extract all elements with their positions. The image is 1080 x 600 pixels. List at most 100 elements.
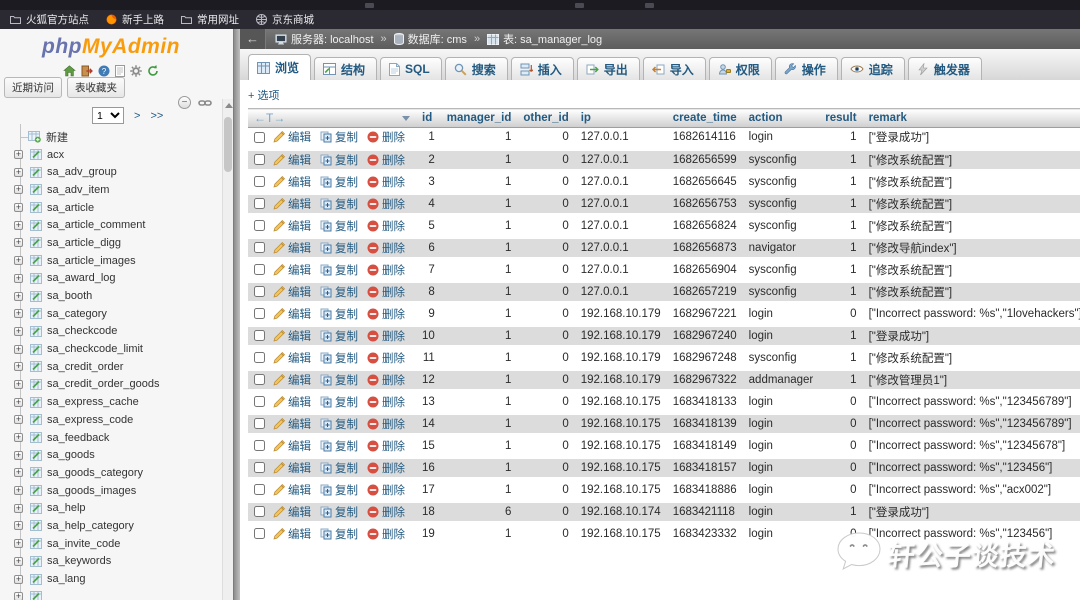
row-checkbox[interactable] <box>254 484 265 495</box>
docs-icon[interactable] <box>115 65 125 77</box>
tree-item-sa_feedback[interactable]: + sa_feedback <box>0 429 222 447</box>
row-copy-link[interactable]: 复制 <box>320 174 358 190</box>
tab-operations[interactable]: 操作 <box>774 57 838 80</box>
row-copy-link[interactable]: 复制 <box>320 526 358 542</box>
row-delete-link[interactable]: 删除 <box>367 174 405 190</box>
row-copy-link[interactable]: 复制 <box>320 394 358 410</box>
row-edit-link[interactable]: 编辑 <box>273 196 311 212</box>
expand-icon[interactable]: + <box>14 291 23 301</box>
tree-item-sa_adv_group[interactable]: + sa_adv_group <box>0 163 222 181</box>
link-icon[interactable] <box>198 99 212 107</box>
row-copy-link[interactable]: 复制 <box>320 129 358 145</box>
help-icon[interactable]: ? <box>98 65 110 77</box>
expand-icon[interactable]: + <box>14 220 23 230</box>
tree-item-sa_credit_order[interactable]: + sa_credit_order <box>0 358 222 376</box>
row-edit-link[interactable]: 编辑 <box>273 262 311 278</box>
row-checkbox[interactable] <box>254 440 265 451</box>
tree-item-acx[interactable]: + acx <box>0 146 222 164</box>
row-copy-link[interactable]: 复制 <box>320 218 358 234</box>
expand-icon[interactable]: + <box>14 433 23 443</box>
expand-icon[interactable]: + <box>14 238 23 248</box>
tab-privileges[interactable]: 权限 <box>708 57 772 80</box>
tab-import[interactable]: 导入 <box>642 57 706 80</box>
page-select[interactable]: 1 <box>92 107 124 124</box>
tree-item-sa_lang[interactable]: + sa_lang <box>0 570 222 588</box>
expand-icon[interactable]: + <box>14 344 23 354</box>
row-copy-link[interactable]: 复制 <box>320 416 358 432</box>
row-delete-link[interactable]: 删除 <box>367 284 405 300</box>
expand-icon[interactable]: + <box>14 539 23 549</box>
options-toggle-link[interactable]: + 选项 <box>248 87 279 102</box>
column-header-ip[interactable]: ip <box>574 108 667 128</box>
row-edit-link[interactable]: 编辑 <box>273 174 311 190</box>
row-checkbox[interactable] <box>254 308 265 319</box>
tree-item-sa_invite_code[interactable]: + sa_invite_code <box>0 535 222 553</box>
tab-insert[interactable]: 插入 <box>510 57 574 80</box>
last-page-link[interactable]: >> <box>150 110 163 122</box>
tree-item-sa_article_digg[interactable]: + sa_article_digg <box>0 234 222 252</box>
favorite-tables-button[interactable]: 表收藏夹 <box>67 77 125 98</box>
expand-icon[interactable]: + <box>14 273 23 283</box>
row-delete-link[interactable]: 删除 <box>367 482 405 498</box>
next-page-link[interactable]: > <box>134 110 140 122</box>
row-delete-link[interactable]: 删除 <box>367 394 405 410</box>
row-edit-link[interactable]: 编辑 <box>273 372 311 388</box>
sidebar-scrollbar[interactable] <box>222 99 233 600</box>
row-edit-link[interactable]: 编辑 <box>273 416 311 432</box>
expand-icon[interactable]: + <box>14 167 23 177</box>
row-checkbox[interactable] <box>254 131 265 143</box>
breadcrumb-segment[interactable]: 数据库: cms <box>393 31 467 47</box>
tree-item-sa_goods_category[interactable]: + sa_goods_category <box>0 464 222 482</box>
row-delete-link[interactable]: 删除 <box>367 526 405 542</box>
row-edit-link[interactable]: 编辑 <box>273 152 311 168</box>
tab-sql[interactable]: SQL <box>380 57 442 80</box>
expand-icon[interactable]: + <box>14 326 23 336</box>
row-copy-link[interactable]: 复制 <box>320 372 358 388</box>
tree-item-sa_adv_item[interactable]: + sa_adv_item <box>0 181 222 199</box>
tree-item-sa_booth[interactable]: + sa_booth <box>0 287 222 305</box>
row-delete-link[interactable]: 删除 <box>367 372 405 388</box>
row-edit-link[interactable]: 编辑 <box>273 394 311 410</box>
row-copy-link[interactable]: 复制 <box>320 284 358 300</box>
row-checkbox[interactable] <box>254 242 265 253</box>
tree-item-sa_award_log[interactable]: + sa_award_log <box>0 270 222 288</box>
expand-icon[interactable]: + <box>14 468 23 478</box>
row-delete-link[interactable]: 删除 <box>367 438 405 454</box>
row-checkbox[interactable] <box>254 418 265 429</box>
row-checkbox[interactable] <box>254 506 265 517</box>
row-edit-link[interactable]: 编辑 <box>273 306 311 322</box>
column-header-result[interactable]: result <box>819 108 863 128</box>
tab-browse[interactable]: 浏览 <box>248 54 312 80</box>
tree-item-sa_goods[interactable]: + sa_goods <box>0 446 222 464</box>
tree-item-sa_checkcode[interactable]: + sa_checkcode <box>0 323 222 341</box>
row-delete-link[interactable]: 删除 <box>367 196 405 212</box>
tree-item-sa_express_cache[interactable]: + sa_express_cache <box>0 393 222 411</box>
tab-structure[interactable]: 结构 <box>314 57 378 80</box>
phpmyadmin-logo[interactable]: phpMyAdmin <box>0 35 222 59</box>
tab-triggers[interactable]: 触发器 <box>907 57 982 80</box>
row-checkbox[interactable] <box>254 154 265 165</box>
expand-icon[interactable]: + <box>14 379 23 389</box>
row-delete-link[interactable]: 删除 <box>367 262 405 278</box>
tree-item-sa_article_comment[interactable]: + sa_article_comment <box>0 216 222 234</box>
expand-icon[interactable]: + <box>14 203 23 213</box>
row-edit-link[interactable]: 编辑 <box>273 328 311 344</box>
row-copy-link[interactable]: 复制 <box>320 262 358 278</box>
row-checkbox[interactable] <box>254 374 265 385</box>
expand-icon[interactable]: + <box>14 185 23 195</box>
row-edit-link[interactable]: 编辑 <box>273 284 311 300</box>
row-delete-link[interactable]: 删除 <box>367 460 405 476</box>
row-edit-link[interactable]: 编辑 <box>273 438 311 454</box>
expand-icon[interactable]: + <box>14 556 23 566</box>
row-copy-link[interactable]: 复制 <box>320 350 358 366</box>
row-copy-link[interactable]: 复制 <box>320 196 358 212</box>
scrollbar-thumb[interactable] <box>224 117 232 172</box>
row-edit-link[interactable]: 编辑 <box>273 460 311 476</box>
expand-icon[interactable]: + <box>14 415 23 425</box>
row-checkbox[interactable] <box>254 220 265 231</box>
transpose-widget[interactable]: ←T→ <box>254 111 285 125</box>
row-copy-link[interactable]: 复制 <box>320 438 358 454</box>
column-header-other_id[interactable]: other_id <box>517 108 575 128</box>
row-copy-link[interactable]: 复制 <box>320 460 358 476</box>
row-delete-link[interactable]: 删除 <box>367 152 405 168</box>
